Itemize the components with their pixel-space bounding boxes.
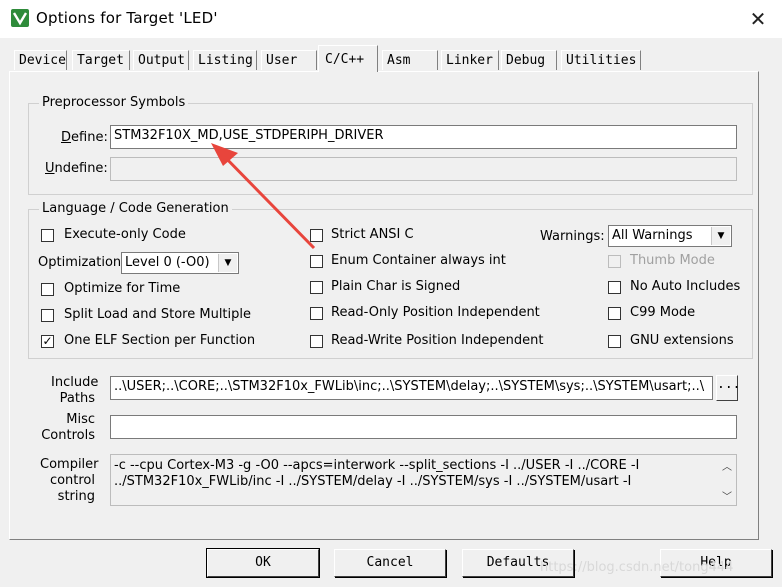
tab-debug[interactable]: Debug: [501, 50, 557, 70]
chevron-down-icon[interactable]: ▼: [218, 254, 237, 272]
tab-linker[interactable]: Linker: [441, 50, 499, 70]
no-auto-includes-label: No Auto Includes: [630, 279, 741, 294]
scroll-down-icon[interactable]: ﹀: [718, 488, 736, 503]
optimization-value: Level 0 (-O0): [125, 255, 210, 270]
compiler-label-1: Compiler: [40, 457, 99, 472]
ro-pi-checkbox[interactable]: [310, 307, 323, 320]
plain-char-label: Plain Char is Signed: [331, 279, 461, 294]
optimization-select[interactable]: Level 0 (-O0) ▼: [121, 252, 239, 274]
define-input[interactable]: STM32F10X_MD,USE_STDPERIPH_DRIVER: [110, 125, 737, 149]
split-load-label: Split Load and Store Multiple: [64, 307, 251, 322]
warnings-select[interactable]: All Warnings ▼: [608, 225, 732, 247]
watermark-text: https://blog.csdn.net/tong444: [540, 560, 734, 575]
plain-char-checkbox[interactable]: [310, 281, 323, 294]
c99-mode-label: C99 Mode: [630, 305, 696, 320]
scroll-up-icon[interactable]: ︿: [718, 458, 736, 473]
thumb-mode-checkbox[interactable]: [608, 255, 621, 268]
compiler-label-2: control: [49, 473, 95, 488]
c99-mode-checkbox[interactable]: [608, 307, 621, 320]
gnu-extensions-checkbox[interactable]: [608, 335, 621, 348]
tab-asm[interactable]: Asm: [382, 50, 438, 70]
optimize-time-label: Optimize for Time: [64, 281, 181, 296]
preprocessor-group: [28, 103, 753, 195]
tab-output[interactable]: Output: [133, 50, 189, 70]
warnings-label: Warnings:: [540, 229, 605, 244]
compiler-scrollbar[interactable]: ︿ ﹀: [718, 455, 736, 505]
define-label: Define:: [61, 130, 108, 145]
one-elf-checkbox[interactable]: ✓: [41, 335, 54, 348]
tab-device[interactable]: Device: [14, 50, 67, 70]
strict-ansi-checkbox[interactable]: [310, 229, 323, 242]
chevron-down-icon[interactable]: ▼: [711, 227, 730, 245]
rw-pi-checkbox[interactable]: [310, 335, 323, 348]
optimize-time-checkbox[interactable]: [41, 283, 54, 296]
cancel-button[interactable]: Cancel: [334, 549, 446, 577]
tab-listing[interactable]: Listing: [193, 50, 257, 70]
undefine-input[interactable]: [110, 157, 737, 181]
language-group-title: Language / Code Generation: [39, 201, 232, 216]
ro-pi-label: Read-Only Position Independent: [331, 305, 540, 320]
ok-button[interactable]: OK: [206, 548, 320, 578]
tab-user[interactable]: User: [261, 50, 317, 70]
keil-uvision-icon: [11, 9, 29, 27]
title-bar: Options for Target 'LED' ✕: [0, 0, 782, 38]
enum-container-label: Enum Container always int: [331, 253, 506, 268]
thumb-mode-label: Thumb Mode: [630, 253, 715, 268]
window-title: Options for Target 'LED': [36, 9, 218, 27]
rw-pi-label: Read-Write Position Independent: [331, 333, 544, 348]
tab-utilities[interactable]: Utilities: [561, 50, 641, 70]
misc-label-1: Misc: [66, 412, 95, 427]
tab-target[interactable]: Target: [72, 50, 130, 70]
compiler-label-3: string: [57, 489, 95, 504]
tab-c-cpp[interactable]: C/C++: [318, 45, 378, 72]
compiler-line-1: -c --cpu Cortex-M3 -g -O0 --apcs=interwo…: [114, 458, 640, 473]
no-auto-includes-checkbox[interactable]: [608, 281, 621, 294]
warnings-value: All Warnings: [612, 228, 693, 243]
execute-only-label: Execute-only Code: [64, 227, 186, 242]
include-label-2: Paths: [59, 391, 95, 406]
split-load-checkbox[interactable]: [41, 309, 54, 322]
compiler-control-string: -c --cpu Cortex-M3 -g -O0 --apcs=interwo…: [110, 454, 737, 506]
include-browse-button[interactable]: ...: [716, 375, 740, 401]
close-icon[interactable]: ✕: [744, 6, 772, 32]
undefine-label: Undefine:: [45, 161, 108, 176]
misc-controls-input[interactable]: [110, 415, 737, 439]
include-label-1: Include: [51, 375, 99, 390]
one-elf-label: One ELF Section per Function: [64, 333, 256, 348]
misc-label-2: Controls: [41, 428, 95, 443]
compiler-line-2: ../STM32F10x_FWLib/inc -I ../SYSTEM/dela…: [114, 474, 632, 489]
include-paths-input[interactable]: ..\USER;..\CORE;..\STM32F10x_FWLib\inc;.…: [110, 376, 713, 400]
execute-only-checkbox[interactable]: [41, 229, 54, 242]
strict-ansi-label: Strict ANSI C: [331, 227, 414, 242]
preprocessor-group-title: Preprocessor Symbols: [39, 95, 189, 110]
gnu-extensions-label: GNU extensions: [630, 333, 734, 348]
optimization-label: Optimization:: [38, 255, 126, 270]
enum-container-checkbox[interactable]: [310, 255, 323, 268]
